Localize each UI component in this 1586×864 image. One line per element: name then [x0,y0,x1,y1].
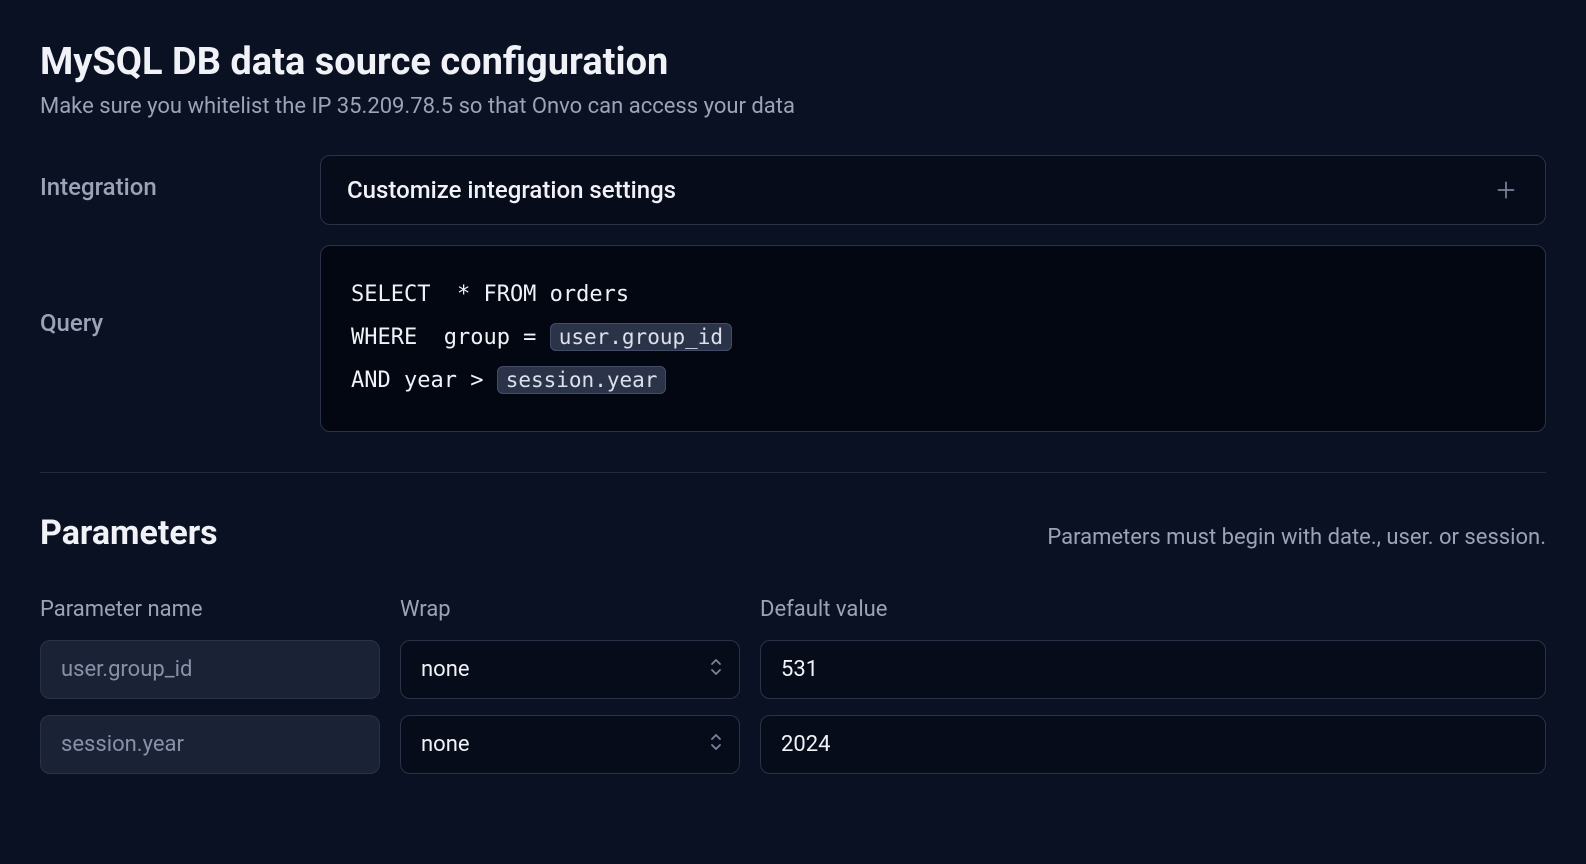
integration-row: Integration Customize integration settin… [40,155,1546,225]
integration-label: Integration [40,155,320,201]
page-subtitle: Make sure you whitelist the IP 35.209.78… [40,94,1546,119]
page-title: MySQL DB data source configuration [40,40,1546,84]
param-row: session.year none [40,715,1546,774]
col-name-label: Parameter name [40,597,380,622]
query-text: SELECT * FROM orders [351,282,629,307]
query-row: Query SELECT * FROM orders WHERE group =… [40,245,1546,432]
parameters-header: Parameters Parameters must begin with da… [40,513,1546,553]
wrap-select[interactable]: none [400,640,740,699]
param-name-display: session.year [40,715,380,774]
plus-icon [1493,177,1519,203]
col-wrap-label: Wrap [400,597,740,622]
query-text: WHERE group = [351,325,550,350]
query-text: AND year > [351,368,497,393]
default-value-input[interactable] [760,715,1546,774]
default-value-input[interactable] [760,640,1546,699]
param-chip-session-year[interactable]: session.year [497,366,667,394]
query-editor[interactable]: SELECT * FROM orders WHERE group = user.… [320,245,1546,432]
parameters-hint: Parameters must begin with date., user. … [1047,525,1546,550]
parameters-columns: Parameter name Wrap Default value [40,597,1546,622]
query-label: Query [40,245,320,337]
param-chip-user-group-id[interactable]: user.group_id [550,323,732,351]
param-name-display: user.group_id [40,640,380,699]
integration-settings-button[interactable]: Customize integration settings [320,155,1546,225]
param-row: user.group_id none [40,640,1546,699]
integration-text: Customize integration settings [347,176,676,204]
divider [40,472,1546,473]
col-default-label: Default value [760,597,1546,622]
parameters-title: Parameters [40,513,218,553]
wrap-select[interactable]: none [400,715,740,774]
